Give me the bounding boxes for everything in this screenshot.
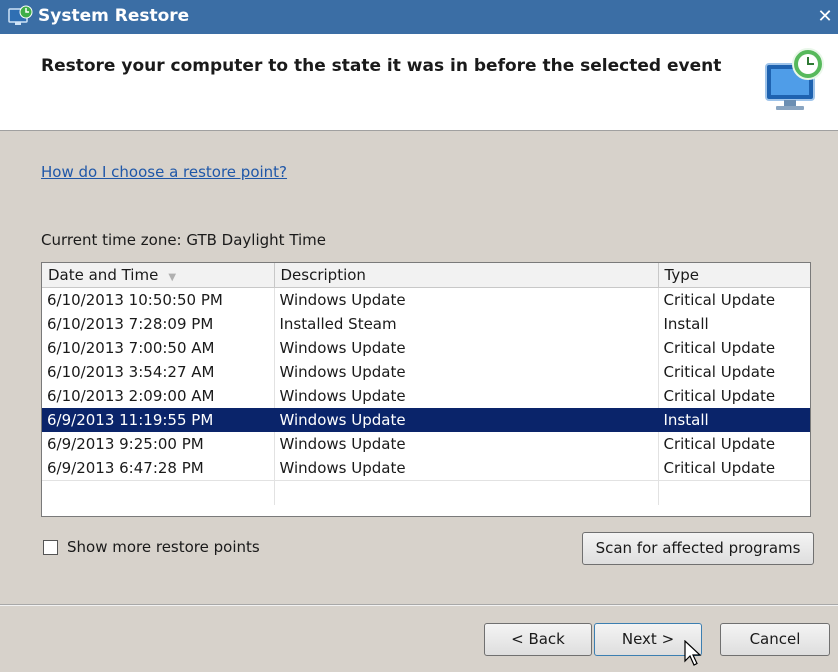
- table-row[interactable]: 6/10/2013 7:28:09 PM Installed Steam Ins…: [42, 312, 810, 336]
- show-more-label[interactable]: Show more restore points: [67, 538, 260, 556]
- show-more-checkbox[interactable]: [43, 540, 58, 555]
- table-row[interactable]: 6/10/2013 7:00:50 AM Windows Update Crit…: [42, 336, 810, 360]
- cell-description: Windows Update: [274, 336, 659, 360]
- cell-date: 6/10/2013 2:09:00 AM: [42, 384, 275, 408]
- back-button[interactable]: < Back: [484, 623, 592, 656]
- cell-description: Windows Update: [274, 360, 659, 384]
- table-row[interactable]: 6/9/2013 6:47:28 PM Windows Update Criti…: [42, 456, 810, 481]
- cancel-button[interactable]: Cancel: [720, 623, 830, 656]
- table-row[interactable]: 6/9/2013 9:25:00 PM Windows Update Criti…: [42, 432, 810, 456]
- cell-description: Installed Steam: [274, 312, 659, 336]
- system-restore-icon: [8, 5, 33, 25]
- cell-date: 6/9/2013 6:47:28 PM: [42, 456, 275, 481]
- scan-programs-button[interactable]: Scan for affected programs: [582, 532, 814, 565]
- cell-description: Windows Update: [274, 384, 659, 408]
- sort-arrow-icon: ▼: [168, 272, 177, 283]
- cell-type: Critical Update: [663, 363, 776, 381]
- table-row[interactable]: 6/10/2013 2:09:00 AM Windows Update Crit…: [42, 384, 810, 408]
- close-icon[interactable]: ✕: [812, 6, 838, 30]
- cell-type: Critical Update: [663, 459, 776, 477]
- cell-date: 6/10/2013 7:00:50 AM: [42, 336, 275, 360]
- empty-row: [42, 480, 810, 505]
- page-title: Restore your computer to the state it wa…: [41, 56, 722, 76]
- column-header-date[interactable]: Date and Time ▼: [42, 263, 275, 288]
- table-row[interactable]: 6/10/2013 3:54:27 AM Windows Update Crit…: [42, 360, 810, 384]
- cell-date: 6/10/2013 3:54:27 AM: [42, 360, 275, 384]
- title-bar[interactable]: System Restore ✕: [0, 0, 838, 34]
- cell-date: 6/9/2013 11:19:55 PM: [42, 408, 275, 432]
- cell-description: Windows Update: [274, 432, 659, 456]
- cell-type: Critical Update: [663, 435, 776, 453]
- column-header-type[interactable]: Type: [658, 263, 810, 288]
- cell-type: Install: [658, 408, 810, 432]
- cell-date: 6/10/2013 7:28:09 PM: [42, 312, 275, 336]
- help-link[interactable]: How do I choose a restore point?: [41, 163, 287, 181]
- cell-type: Critical Update: [663, 291, 776, 309]
- table-row[interactable]: 6/10/2013 10:50:50 PM Windows Update Cri…: [42, 287, 810, 312]
- restore-computer-icon: [765, 48, 824, 110]
- cell-description: Windows Update: [274, 408, 659, 432]
- table-row-selected[interactable]: 6/9/2013 11:19:55 PM Windows Update Inst…: [42, 408, 810, 432]
- restore-points-table[interactable]: Date and Time ▼ Description Type 6/10/201…: [41, 262, 811, 517]
- system-restore-window: System Restore ✕ Restore your computer t…: [0, 0, 838, 672]
- mouse-pointer-icon: [684, 640, 702, 666]
- cell-description: Windows Update: [274, 287, 659, 312]
- column-header-description[interactable]: Description: [274, 263, 659, 288]
- cell-description: Windows Update: [274, 456, 659, 481]
- cell-type: Critical Update: [663, 387, 776, 405]
- cell-type: Install: [663, 315, 709, 333]
- timezone-label: Current time zone: GTB Daylight Time: [41, 231, 327, 249]
- header-panel: Restore your computer to the state it wa…: [0, 34, 838, 131]
- cell-type: Critical Update: [663, 339, 776, 357]
- cell-date: 6/9/2013 9:25:00 PM: [42, 432, 275, 456]
- divider-highlight: [0, 605, 838, 606]
- window-title: System Restore: [38, 6, 190, 26]
- cell-date: 6/10/2013 10:50:50 PM: [42, 287, 275, 312]
- table-header-row: Date and Time ▼ Description Type: [42, 263, 810, 288]
